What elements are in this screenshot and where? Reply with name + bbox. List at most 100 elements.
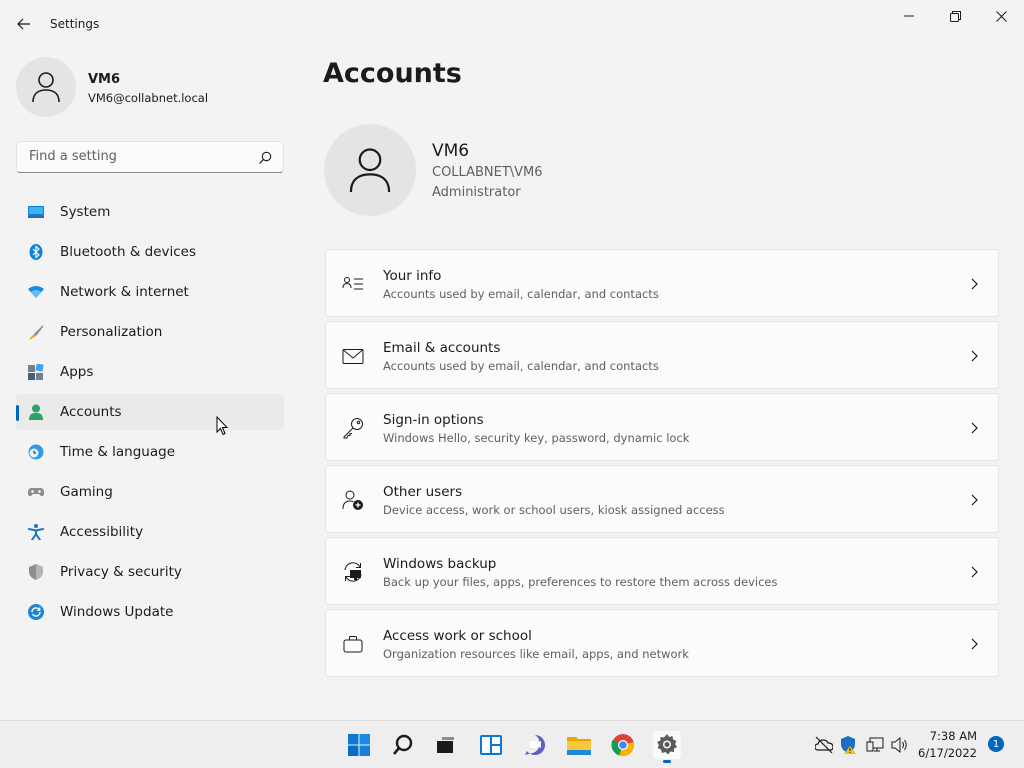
bluetooth-icon	[29, 244, 43, 260]
close-button[interactable]	[978, 0, 1024, 32]
clock-globe-icon	[28, 444, 44, 460]
file-explorer-button[interactable]	[565, 731, 593, 759]
sidebar-item-network[interactable]: Network & internet	[16, 274, 284, 310]
chrome-button[interactable]	[609, 731, 637, 759]
person-icon	[32, 72, 60, 103]
accessibility-icon	[28, 524, 44, 540]
page-title: Accounts	[323, 58, 462, 89]
card-other-users[interactable]: Other users Device access, work or schoo…	[325, 465, 999, 533]
clock-date[interactable]: 6/17/2022	[918, 746, 977, 760]
onedrive-icon[interactable]	[815, 736, 833, 754]
chat-icon	[525, 735, 545, 755]
profile-avatar	[324, 124, 416, 216]
card-title: Email & accounts	[383, 340, 501, 356]
search-input[interactable]	[27, 148, 247, 165]
gamepad-icon	[28, 488, 44, 497]
chevron-right-icon	[971, 278, 978, 290]
clock-time[interactable]: 7:38 AM	[930, 729, 977, 743]
card-sign-in-options[interactable]: Sign-in options Windows Hello, security …	[325, 393, 999, 461]
chevron-right-icon	[971, 350, 978, 362]
chevron-right-icon	[971, 422, 978, 434]
brush-icon	[29, 325, 43, 340]
chevron-right-icon	[971, 494, 978, 506]
task-view-icon	[437, 737, 454, 753]
person-icon	[349, 148, 391, 193]
sidebar-item-personalization[interactable]: Personalization	[16, 314, 284, 350]
wifi-icon	[28, 286, 44, 298]
chrome-icon	[611, 734, 634, 757]
start-icon	[348, 734, 370, 756]
sidebar-item-apps[interactable]: Apps	[16, 354, 284, 390]
search-icon[interactable]	[257, 150, 273, 166]
sidebar-item-label: Gaming	[60, 484, 113, 500]
card-title: Windows backup	[383, 556, 497, 572]
app-title: Settings	[50, 17, 100, 31]
card-email-accounts[interactable]: Email & accounts Accounts used by email,…	[325, 321, 999, 389]
sidebar-item-label: Bluetooth & devices	[60, 244, 197, 260]
minimize-icon	[904, 15, 914, 17]
card-title: Access work or school	[383, 628, 532, 644]
close-icon	[995, 10, 1007, 22]
sidebar-item-label: Windows Update	[60, 604, 174, 620]
chevron-right-icon	[971, 638, 978, 650]
sidebar-item-windows-update[interactable]: Windows Update	[16, 594, 284, 630]
taskbar-search-button[interactable]	[389, 731, 417, 759]
security-icon[interactable]	[839, 736, 857, 754]
settings-icon	[657, 734, 677, 755]
sidebar-item-label: Privacy & security	[60, 564, 182, 580]
card-subtitle: Organization resources like email, apps,…	[383, 647, 689, 661]
back-arrow-icon	[17, 18, 30, 30]
maximize-button[interactable]	[932, 0, 978, 32]
update-icon	[28, 604, 44, 620]
start-button[interactable]	[345, 731, 373, 759]
backup-icon	[344, 562, 362, 582]
sidebar-item-label: System	[60, 204, 111, 220]
mail-icon	[342, 349, 364, 364]
card-title: Other users	[383, 484, 463, 500]
sidebar-item-bluetooth[interactable]: Bluetooth & devices	[16, 234, 284, 270]
volume-icon[interactable]	[891, 736, 909, 754]
card-subtitle: Device access, work or school users, kio…	[383, 503, 725, 517]
profile-name: VM6	[432, 141, 470, 161]
taskbar: 7:38 AM 6/17/2022	[0, 720, 1024, 768]
sidebar-item-time-language[interactable]: Time & language	[16, 434, 284, 470]
card-your-info[interactable]: Your info Accounts used by email, calend…	[325, 249, 999, 317]
chat-button[interactable]	[521, 731, 549, 759]
sidebar-item-label: Network & internet	[60, 284, 189, 300]
sidebar-item-system[interactable]: System	[16, 194, 284, 230]
card-title: Sign-in options	[383, 412, 484, 428]
network-icon[interactable]	[866, 736, 884, 754]
system-icon	[28, 206, 44, 218]
sidebar-item-label: Personalization	[60, 324, 163, 340]
widgets-button[interactable]	[477, 731, 505, 759]
search-box[interactable]	[16, 141, 284, 173]
person-icon	[29, 404, 43, 420]
chevron-right-icon	[971, 566, 978, 578]
sidebar-item-accounts[interactable]: Accounts	[16, 394, 284, 430]
user-name: VM6	[88, 72, 121, 87]
file-explorer-icon	[567, 737, 591, 755]
shield-icon	[29, 564, 43, 580]
add-person-icon	[342, 490, 363, 510]
avatar	[16, 57, 76, 117]
minimize-button[interactable]	[886, 0, 932, 32]
profile-domain: COLLABNET\VM6	[432, 165, 543, 180]
user-email: VM6@collabnet.local	[88, 91, 209, 105]
sidebar-item-gaming[interactable]: Gaming	[16, 474, 284, 510]
sidebar-item-privacy-security[interactable]: Privacy & security	[16, 554, 284, 590]
profile-role: Administrator	[432, 185, 521, 200]
sidebar-item-label: Accessibility	[60, 524, 144, 540]
sidebar-item-label: Accounts	[60, 404, 122, 420]
notification-badge[interactable]: 1	[988, 736, 1004, 752]
sidebar-item-accessibility[interactable]: Accessibility	[16, 514, 284, 550]
card-title: Your info	[383, 268, 442, 284]
task-view-button[interactable]	[431, 731, 459, 759]
card-subtitle: Accounts used by email, calendar, and co…	[383, 287, 659, 301]
card-windows-backup[interactable]: Windows backup Back up your files, apps,…	[325, 537, 999, 605]
card-access-work-school[interactable]: Access work or school Organization resou…	[325, 609, 999, 677]
key-icon	[343, 418, 363, 439]
settings-taskbar-button[interactable]	[653, 731, 681, 763]
card-subtitle: Windows Hello, security key, password, d…	[383, 431, 690, 445]
sidebar-user-card[interactable]: VM6 VM6@collabnet.local	[16, 56, 296, 118]
back-button[interactable]	[12, 12, 36, 36]
